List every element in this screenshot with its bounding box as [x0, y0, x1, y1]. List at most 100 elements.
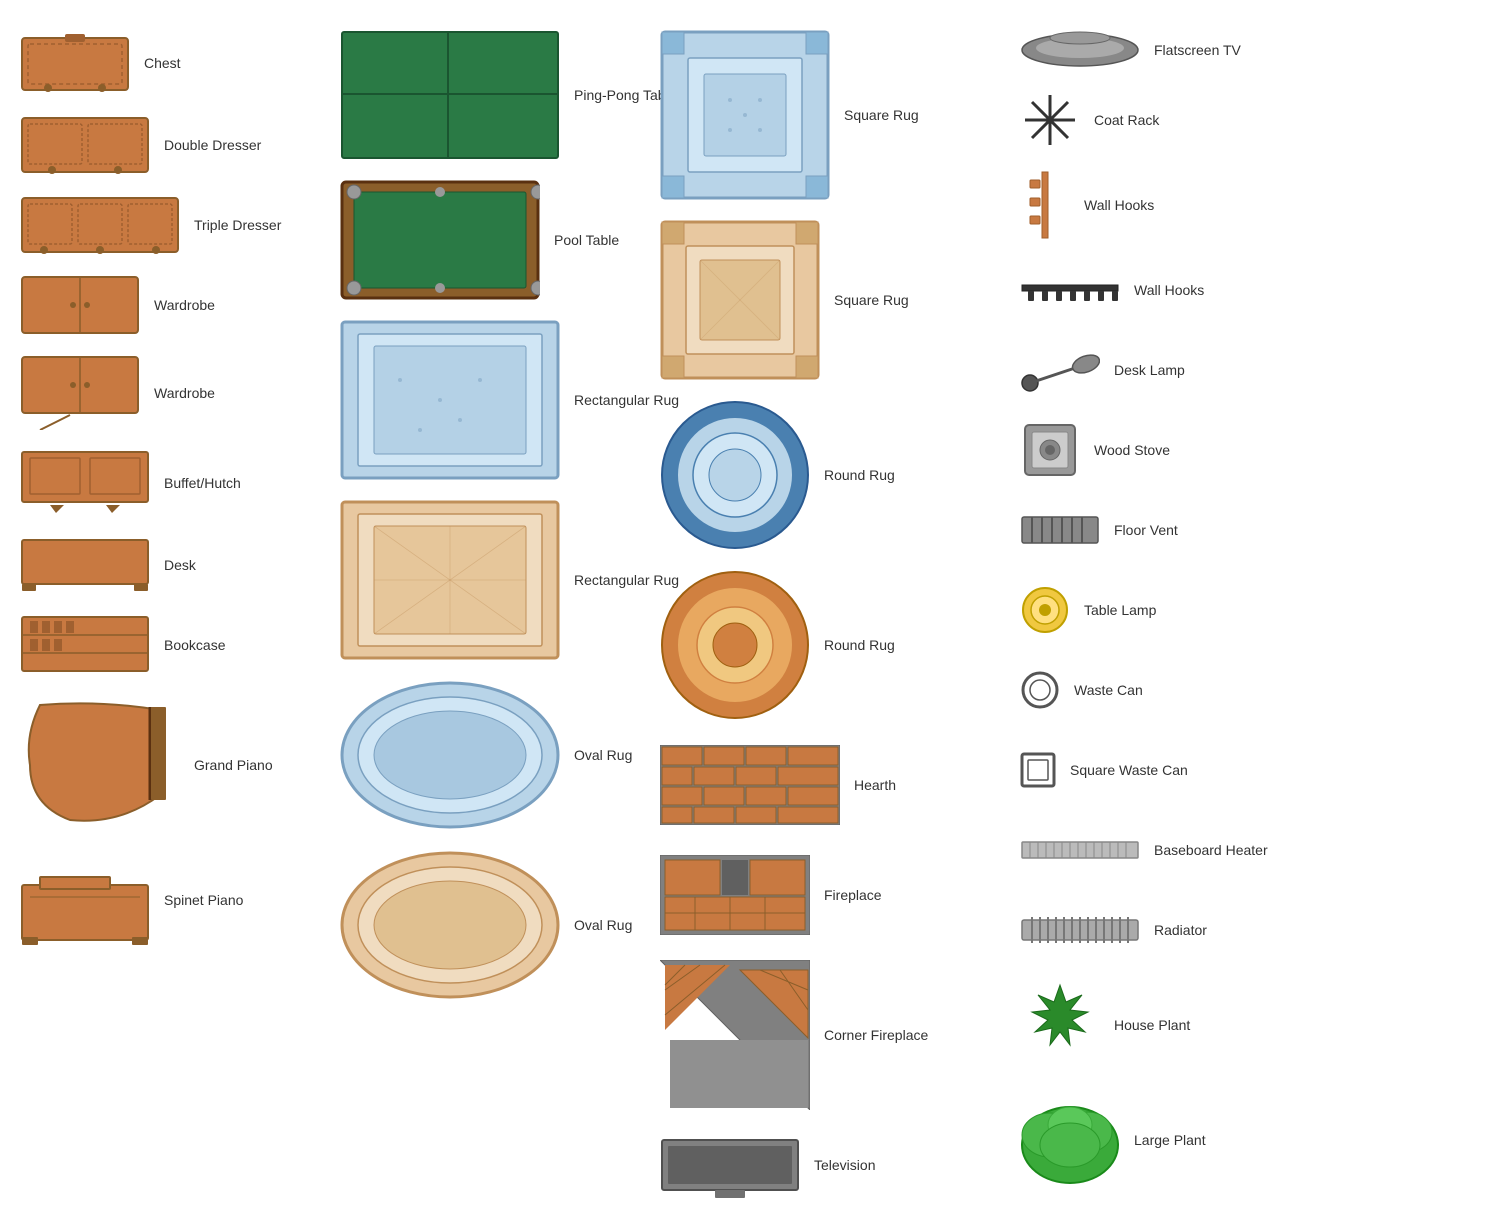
list-item: Large Plant — [1020, 1080, 1360, 1200]
coat-rack-icon — [1020, 90, 1080, 150]
list-item: Chest — [20, 20, 320, 105]
square-rug1-icon — [660, 30, 830, 200]
wall-hooks2-label: Wall Hooks — [1134, 282, 1204, 298]
list-item: Wall Hooks — [1020, 250, 1360, 330]
list-item: Baseboard Heater — [1020, 810, 1360, 890]
list-item: Desk — [20, 525, 320, 605]
triple-dresser-label: Triple Dresser — [194, 217, 281, 233]
oval-rug1-icon — [340, 680, 560, 830]
oval-rug1-label: Oval Rug — [574, 747, 632, 763]
wardrobe2-icon — [20, 355, 140, 430]
buffet-label: Buffet/Hutch — [164, 475, 241, 491]
waste-can-icon — [1020, 670, 1060, 710]
list-item: Buffet/Hutch — [20, 440, 320, 525]
large-plant-label: Large Plant — [1134, 1132, 1206, 1148]
floor-vent-label: Floor Vent — [1114, 522, 1178, 538]
floor-vent-icon — [1020, 515, 1100, 545]
list-item: Desk Lamp — [1020, 330, 1360, 410]
wood-stove-label: Wood Stove — [1094, 442, 1170, 458]
chest-icon — [20, 30, 130, 95]
table-lamp-label: Table Lamp — [1084, 602, 1156, 618]
list-item: Wardrobe — [20, 345, 320, 440]
list-item: Coat Rack — [1020, 80, 1360, 160]
list-item: Double Dresser — [20, 105, 320, 185]
baseboard-heater-icon — [1020, 840, 1140, 860]
list-item: Round Rug — [660, 560, 1000, 730]
corner-fireplace-icon — [660, 960, 810, 1110]
wardrobe2-label: Wardrobe — [154, 385, 215, 401]
list-item: Hearth — [660, 730, 1000, 840]
wardrobe1-icon — [20, 275, 140, 335]
list-item: House Plant — [1020, 970, 1360, 1080]
list-item: Grand Piano — [20, 685, 320, 845]
house-plant-icon — [1020, 980, 1100, 1070]
list-item: Rectangular Rug — [340, 310, 640, 490]
desk-label: Desk — [164, 557, 196, 573]
list-item: Bookcase — [20, 605, 320, 685]
spinet-piano-icon — [20, 855, 150, 945]
rect-rug2-icon — [340, 500, 560, 660]
list-item: Wall Hooks — [1020, 160, 1360, 250]
list-item: Corner Fireplace — [660, 950, 1000, 1120]
col3: Square Rug Square Rug — [650, 20, 1010, 1210]
wood-stove-icon — [1020, 420, 1080, 480]
double-dresser-icon — [20, 116, 150, 174]
oval-rug2-label: Oval Rug — [574, 917, 632, 933]
list-item: Pool Table — [340, 170, 640, 310]
oval-rug2-icon — [340, 850, 560, 1000]
list-item: Square Rug — [660, 20, 1000, 210]
list-item: Spinet Piano — [20, 845, 320, 955]
main-layout: Chest Double Dresser — [0, 0, 1500, 1230]
list-item: Television — [660, 1120, 1000, 1210]
list-item: Round Rug — [660, 390, 1000, 560]
pool-table-label: Pool Table — [554, 232, 619, 248]
hearth-label: Hearth — [854, 777, 896, 793]
baseboard-heater-label: Baseboard Heater — [1154, 842, 1268, 858]
list-item: Rectangular Rug — [340, 490, 640, 670]
list-item: Floor Vent — [1020, 490, 1360, 570]
list-item: Flatscreen TV — [1020, 20, 1360, 80]
wardrobe1-label: Wardrobe — [154, 297, 215, 313]
waste-can-label: Waste Can — [1074, 682, 1143, 698]
list-item: Waste Can — [1020, 650, 1360, 730]
ping-pong-icon — [340, 30, 560, 160]
list-item: Ping-Pong Table — [340, 20, 640, 170]
radiator-label: Radiator — [1154, 922, 1207, 938]
list-item: Oval Rug — [340, 840, 640, 1010]
rect-rug1-icon — [340, 320, 560, 480]
coat-rack-label: Coat Rack — [1094, 112, 1159, 128]
list-item: Triple Dresser — [20, 185, 320, 265]
list-item: Oval Rug — [340, 670, 640, 840]
table-lamp-icon — [1020, 585, 1070, 635]
wall-hooks1-icon — [1020, 170, 1070, 240]
list-item: Square Rug — [660, 210, 1000, 390]
television-label: Television — [814, 1157, 875, 1173]
spinet-piano-label: Spinet Piano — [164, 892, 243, 908]
fireplace-icon — [660, 855, 810, 935]
col2: Ping-Pong Table Pool Table — [330, 20, 650, 1210]
round-rug2-label: Round Rug — [824, 637, 895, 653]
square-rug1-label: Square Rug — [844, 107, 919, 123]
col1: Chest Double Dresser — [10, 20, 330, 1210]
grand-piano-icon — [20, 695, 180, 835]
col4: Flatscreen TV Coat Rack — [1010, 20, 1370, 1210]
square-rug2-label: Square Rug — [834, 292, 909, 308]
large-plant-icon — [1020, 1090, 1120, 1190]
round-rug1-label: Round Rug — [824, 467, 895, 483]
list-item: Radiator — [1020, 890, 1360, 970]
wall-hooks1-label: Wall Hooks — [1084, 197, 1154, 213]
square-waste-can-label: Square Waste Can — [1070, 762, 1188, 778]
corner-fireplace-label: Corner Fireplace — [824, 1027, 928, 1043]
grand-piano-label: Grand Piano — [194, 757, 273, 773]
flatscreen-tv-icon — [1020, 30, 1140, 70]
buffet-icon — [20, 450, 150, 515]
television-icon — [660, 1130, 800, 1200]
square-rug2-icon — [660, 220, 820, 380]
square-waste-can-icon — [1020, 752, 1056, 788]
list-item: Wood Stove — [1020, 410, 1360, 490]
pool-table-icon — [340, 180, 540, 300]
desk-icon — [20, 538, 150, 593]
desk-lamp-label: Desk Lamp — [1114, 362, 1185, 378]
wall-hooks2-icon — [1020, 275, 1120, 305]
bookcase-label: Bookcase — [164, 637, 225, 653]
